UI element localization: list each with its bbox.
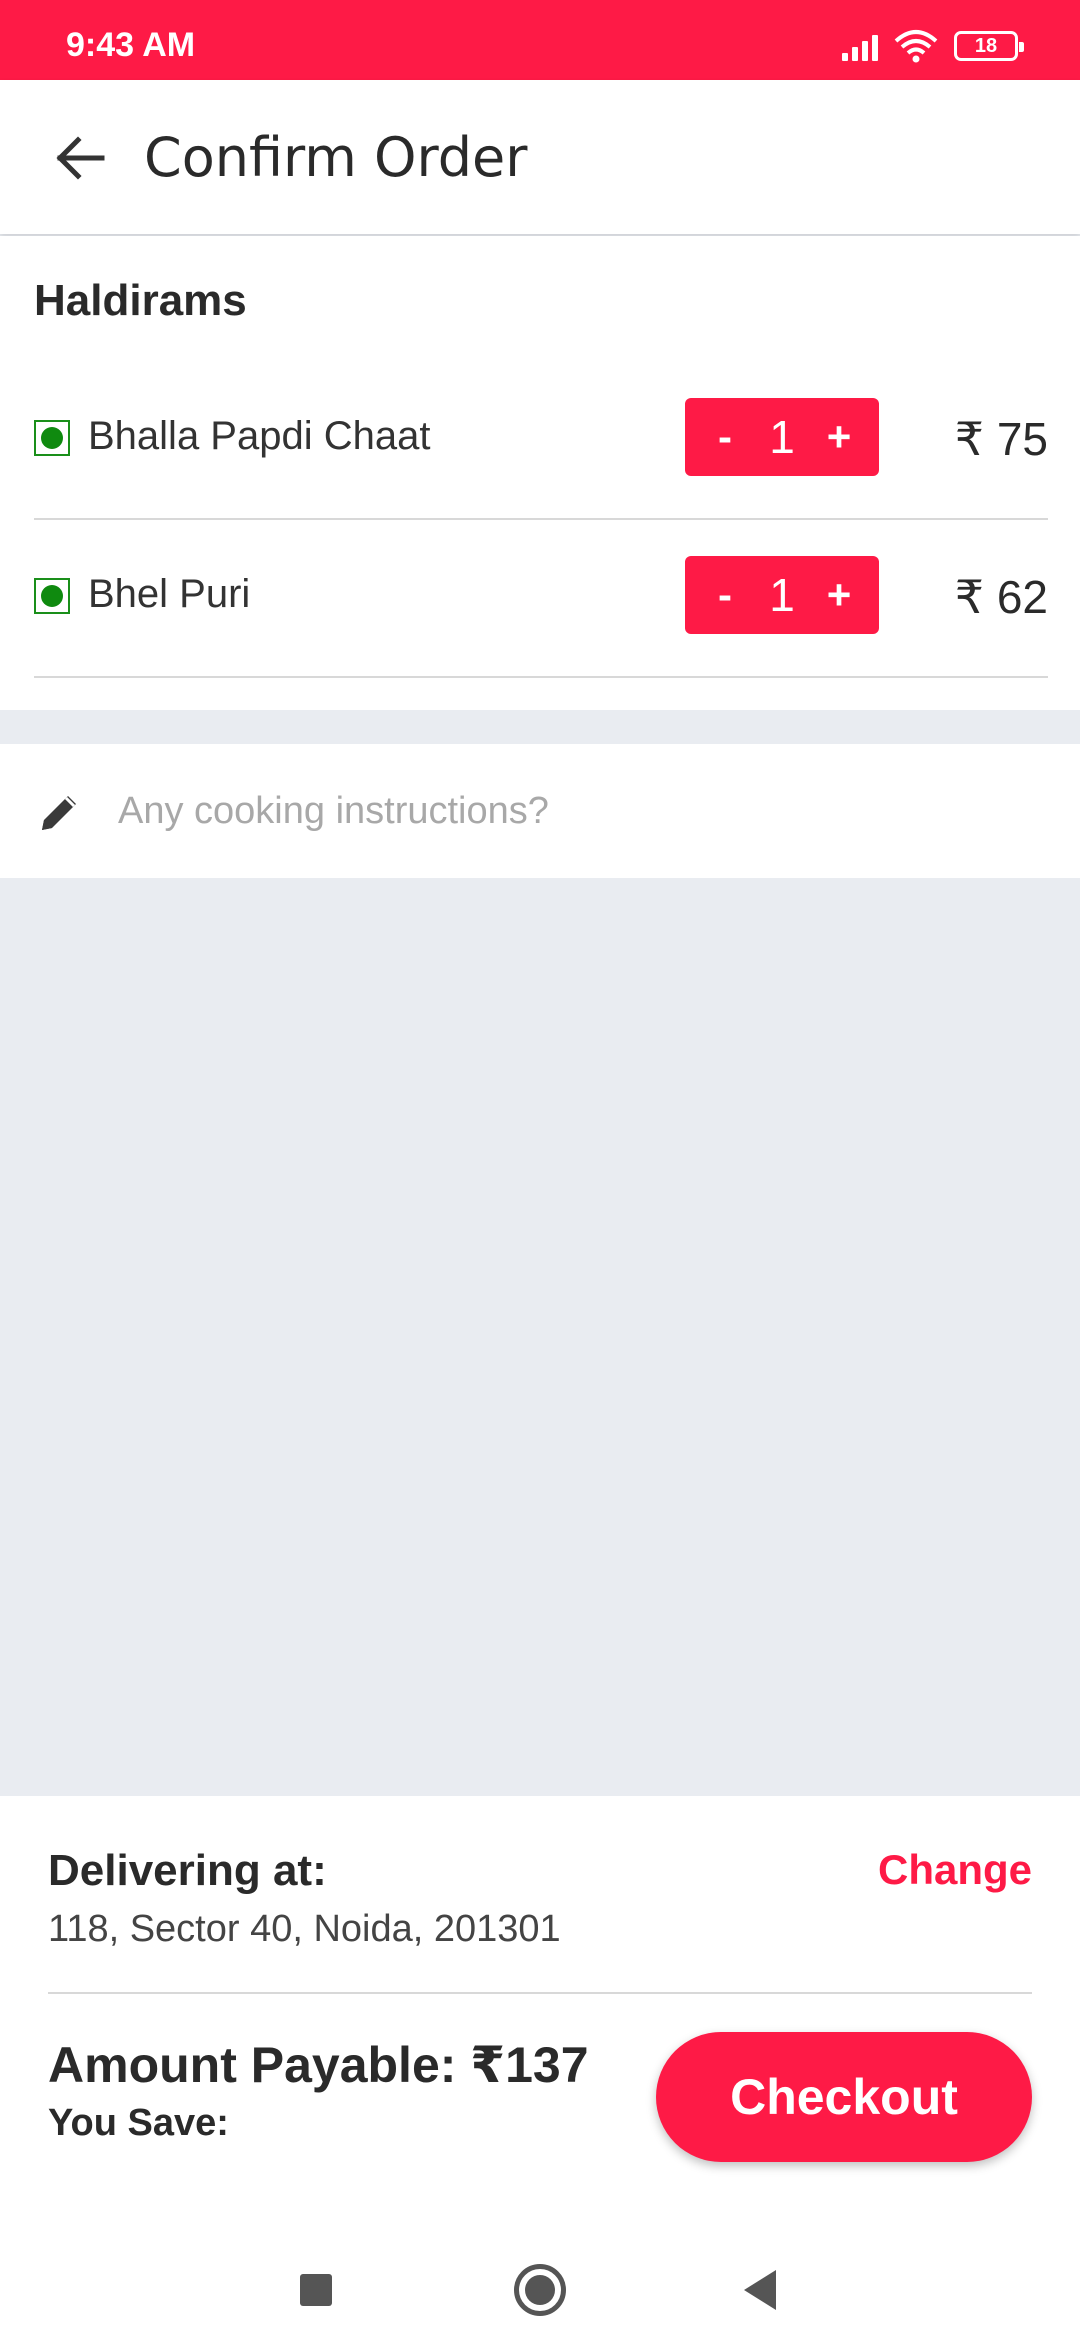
item-price: ₹ 75 <box>954 413 1048 465</box>
confirm-order-screen: 9:43 AM 18 Confirm Order Haldirams Bhall… <box>0 0 1080 2340</box>
battery-icon: 18 <box>954 31 1024 61</box>
status-bar: 9:43 AM 18 <box>0 0 1080 80</box>
recent-apps-icon[interactable] <box>300 2274 332 2306</box>
pencil-icon <box>42 796 76 830</box>
increase-button[interactable]: + <box>819 413 859 461</box>
veg-icon <box>34 578 70 614</box>
amount-payable: Amount Payable: ₹137 <box>48 2037 589 2093</box>
divider <box>48 1992 1032 1994</box>
back-button[interactable] <box>40 118 120 198</box>
increase-button[interactable]: + <box>819 571 859 619</box>
list-item: Bhalla Papdi Chaat - 1 + ₹ 75 <box>34 362 1048 520</box>
item-price: ₹ 62 <box>954 571 1048 623</box>
delivering-label: Delivering at: <box>48 1846 327 1895</box>
change-address-link[interactable]: Change <box>878 1846 1032 1894</box>
app-bar: Confirm Order <box>0 80 1080 234</box>
system-nav-bar <box>0 2200 1080 2340</box>
veg-icon <box>34 420 70 456</box>
status-time: 9:43 AM <box>66 26 196 64</box>
status-icons: 18 <box>842 26 1024 66</box>
cooking-instructions-input[interactable] <box>118 774 1018 848</box>
quantity-value: 1 <box>769 569 795 621</box>
nav-back-icon[interactable] <box>744 2270 776 2310</box>
delivery-address: 118, Sector 40, Noida, 201301 <box>48 1908 561 1950</box>
home-icon[interactable] <box>514 2264 566 2316</box>
wifi-icon <box>894 30 938 63</box>
cooking-instructions-row <box>0 744 1080 878</box>
signal-icon <box>842 31 878 61</box>
decrease-button[interactable]: - <box>705 571 745 619</box>
restaurant-name: Haldirams <box>34 276 247 325</box>
checkout-button[interactable]: Checkout <box>656 2032 1032 2162</box>
quantity-value: 1 <box>769 411 795 463</box>
item-name: Bhel Puri <box>88 572 251 616</box>
order-items-card: Haldirams Bhalla Papdi Chaat - 1 + ₹ 75 … <box>0 236 1080 710</box>
battery-level: 18 <box>974 34 998 57</box>
decrease-button[interactable]: - <box>705 413 745 461</box>
you-save-label: You Save: <box>48 2102 229 2144</box>
arrow-left-icon <box>56 136 105 180</box>
quantity-stepper: - 1 + <box>685 556 879 634</box>
page-title: Confirm Order <box>144 126 528 189</box>
item-name: Bhalla Papdi Chaat <box>88 414 431 458</box>
quantity-stepper: - 1 + <box>685 398 879 476</box>
list-item: Bhel Puri - 1 + ₹ 62 <box>34 520 1048 678</box>
